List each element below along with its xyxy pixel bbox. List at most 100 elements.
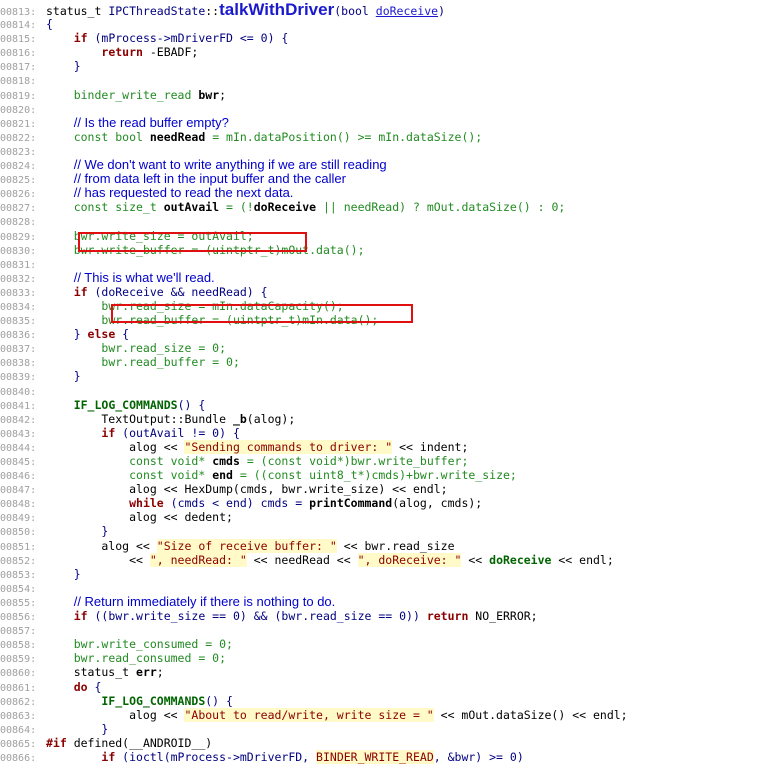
code-token: err	[136, 665, 157, 680]
code-token: IF_LOG_COMMANDS	[101, 693, 206, 708]
code-token: (doReceive && needRead) {	[87, 284, 268, 299]
code-line: 00861: do {	[0, 680, 759, 694]
code-token: if	[73, 284, 88, 299]
code-line: 00845: const void* cmds = (const void*)b…	[0, 454, 759, 468]
code-token: ", doReceive: "	[357, 552, 462, 567]
code-line: 00853: }	[0, 567, 759, 581]
code-line: 00833: if (doReceive && needRead) {	[0, 285, 759, 299]
code-token: () {	[205, 693, 233, 708]
code-token: = (!	[219, 200, 254, 215]
code-token: BINDER_WRITE_READ	[316, 749, 434, 764]
code-line: 00840:	[0, 384, 759, 398]
code-token: ((bwr.write_size == 0) && (bwr.read_size…	[87, 609, 427, 624]
code-line: 00842: TextOutput::Bundle _b(alog);	[0, 412, 759, 426]
code-line: 00814:{	[0, 17, 759, 31]
code-token: ", needRead: "	[149, 552, 247, 567]
code-line: 00858: bwr.write_consumed = 0;	[0, 637, 759, 651]
code-line: 00859: bwr.read_consumed = 0;	[0, 651, 759, 665]
code-token: if	[73, 31, 88, 46]
code-token: ;	[156, 665, 164, 680]
code-line: 00822: const bool needRead = mIn.dataPos…	[0, 130, 759, 144]
code-token: = mIn.dataPosition() >= mIn.dataSize();	[205, 129, 483, 144]
code-line: 00838: bwr.read_buffer = 0;	[0, 355, 759, 369]
code-token: doReceive	[375, 4, 439, 18]
code-token: // Is the read buffer empty?	[73, 114, 229, 130]
code-token: // This is what we'll read.	[73, 269, 215, 285]
code-token: }	[46, 327, 88, 342]
code-token: bwr.read_buffer = (uintptr_t)mIn.data();	[101, 313, 379, 328]
code-token: bwr.read_size = 0;	[101, 341, 227, 356]
code-token: status_t	[46, 4, 109, 18]
code-token: }	[46, 566, 81, 581]
code-line: 00850: }	[0, 524, 759, 538]
code-token: {	[115, 327, 130, 342]
code-token: }	[46, 369, 81, 384]
code-token: binder_write_read	[73, 87, 192, 102]
code-token: NO_ERROR;	[468, 609, 538, 624]
line-number: 00866:	[0, 752, 37, 764]
code-token: bwr.read_consumed = 0;	[73, 651, 227, 666]
code-line: 00819: binder_write_read bwr;	[0, 88, 759, 102]
code-line: 00866: if (ioctl(mProcess->mDriverFD, BI…	[0, 749, 759, 764]
code-token: IPCThreadState	[108, 4, 206, 18]
code-token: alog <<	[46, 707, 185, 722]
code-token: alog <<	[46, 439, 185, 454]
code-listing: 00813: status_t IPCThreadState::talkWithD…	[0, 1, 759, 764]
code-token: status_t	[46, 665, 137, 680]
code-line: 00818:	[0, 73, 759, 87]
code-token: << bwr.read_size	[336, 538, 455, 553]
code-token: (alog);	[246, 411, 296, 426]
code-token: const void*	[129, 454, 213, 468]
code-line: 00849: alog << dedent;	[0, 510, 759, 524]
code-line: 00865: #if defined(__ANDROID__)	[0, 736, 759, 750]
code-line: 00862: IF_LOG_COMMANDS() {	[0, 694, 759, 708]
code-token: outAvail	[163, 200, 220, 215]
code-line: 00837: bwr.read_size = 0;	[0, 341, 759, 355]
code-line: 00844: alog << "Sending commands to driv…	[0, 439, 759, 454]
code-token: {	[46, 17, 53, 32]
code-token: bwr	[198, 87, 220, 102]
code-token: while	[129, 496, 164, 511]
code-token: = ((const uint8_t*)cmds)+bwr.write_size;	[232, 468, 517, 483]
code-token: bwr.read_size = mIn.dataCapacity();	[101, 298, 344, 313]
code-token: return	[426, 609, 469, 624]
code-token: doReceive	[489, 552, 552, 567]
code-line: 00815: if (mProcess->mDriverFD <= 0) {	[0, 31, 759, 45]
code-token: bwr.write_buffer = (uintptr_t)mOut.data(…	[73, 242, 365, 257]
code-token: _b	[232, 411, 247, 426]
code-token: bwr.read_buffer = 0;	[101, 355, 240, 370]
code-token: // from data left in the input buffer an…	[73, 171, 346, 187]
code-token: "About to read/write, write size = "	[184, 707, 434, 722]
code-line: 00843: if (outAvail != 0) {	[0, 426, 759, 440]
code-line: 00823:	[0, 144, 759, 158]
code-token: const bool	[73, 129, 150, 144]
code-line: 00857:	[0, 623, 759, 637]
code-token: () {	[177, 397, 206, 412]
code-token: }	[46, 721, 109, 736]
code-line: 00821: // Is the read buffer empty?	[0, 114, 759, 130]
code-line: 00828:	[0, 214, 759, 228]
code-token: ::	[205, 4, 220, 18]
code-token: {	[87, 679, 102, 694]
code-token: printCommand	[309, 496, 393, 511]
code-token: << endl;	[551, 552, 614, 567]
code-token: << mOut.dataSize() << endl;	[433, 707, 628, 722]
code-line: 00841: IF_LOG_COMMANDS() {	[0, 398, 759, 412]
code-token: <<	[461, 552, 490, 567]
